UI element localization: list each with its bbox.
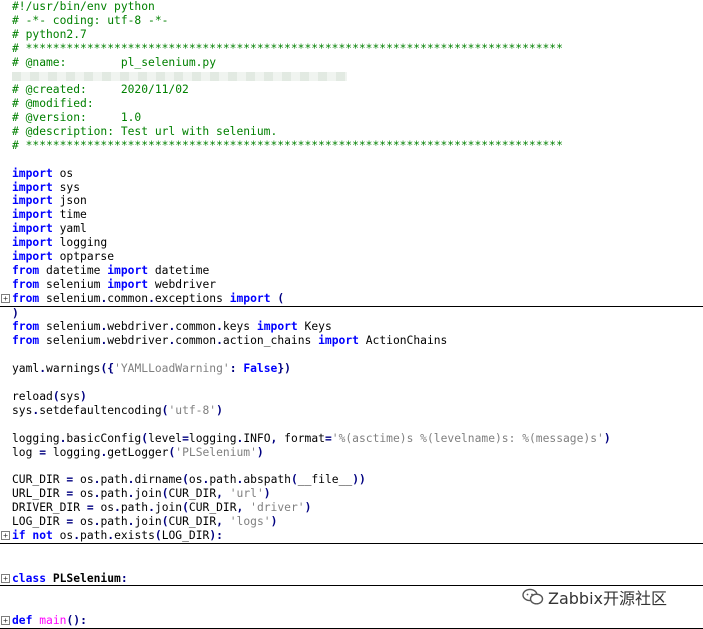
code-text: DRIVER_DIR = os.path.join(CUR_DIR, 'driv… <box>12 501 312 515</box>
code-line: from datetime import datetime <box>0 264 703 278</box>
code-line: + def main(): <box>0 614 703 629</box>
code-line: #!/usr/bin/env python <box>0 0 703 14</box>
code-line: DRIVER_DIR = os.path.join(CUR_DIR, 'driv… <box>0 501 703 515</box>
code-line: # @modified: <box>0 97 703 111</box>
fold-toggle-icon[interactable]: + <box>1 616 10 626</box>
code-text: def main(): <box>12 614 87 628</box>
code-line: # python2.7 <box>0 28 703 42</box>
code-text: # **************************************… <box>12 41 563 55</box>
code-line: CUR_DIR = os.path.dirname(os.path.abspat… <box>0 473 703 487</box>
code-text: log = logging.getLogger('PLSelenium') <box>12 445 264 459</box>
code-line: + from selenium.common.exceptions import … <box>0 292 703 307</box>
code-text: from selenium.webdriver.common.action_ch… <box>12 334 448 348</box>
code-line: LOG_DIR = os.path.join(CUR_DIR, 'logs') <box>0 515 703 529</box>
code-line: logging.basicConfig(level=logging.INFO, … <box>0 432 703 446</box>
code-text: import json <box>12 194 87 208</box>
code-text <box>12 69 347 82</box>
code-line <box>0 69 703 83</box>
code-text: import os <box>12 166 74 180</box>
code-line: import json <box>0 194 703 208</box>
code-line: sys.setdefaultencoding('utf-8') <box>0 404 703 418</box>
code-line: # @version: 1.0 <box>0 111 703 125</box>
code-line: ) <box>0 307 703 321</box>
watermark-text: Zabbix开源社区 <box>548 589 667 608</box>
code-line: from selenium import webdriver <box>0 278 703 292</box>
code-editor[interactable]: #!/usr/bin/env python # -*- coding: utf-8… <box>0 0 703 629</box>
code-text: import sys <box>12 180 81 194</box>
code-text: import logging <box>12 236 108 250</box>
code-text: # **************************************… <box>12 138 563 152</box>
code-text: from datetime import datetime <box>12 263 210 277</box>
code-line: yaml.warnings({'YAMLLoadWarning': False}… <box>0 362 703 376</box>
code-text: from selenium.webdriver.common.keys impo… <box>12 320 332 334</box>
code-line: # **************************************… <box>0 139 703 153</box>
code-text: #!/usr/bin/env python <box>12 0 155 13</box>
code-text: reload(sys) <box>12 389 87 403</box>
code-line: + if not os.path.exists(LOG_DIR): <box>0 529 703 544</box>
code-line: # @description: Test url with selenium. <box>0 125 703 139</box>
code-line: log = logging.getLogger('PLSelenium') <box>0 446 703 460</box>
code-text: # @modified: <box>12 97 94 111</box>
code-text: if not os.path.exists(LOG_DIR): <box>12 528 223 542</box>
code-text: CUR_DIR = os.path.dirname(os.path.abspat… <box>12 473 366 487</box>
code-line: # @created: 2020/11/02 <box>0 83 703 97</box>
code-text: import time <box>12 208 87 222</box>
code-text: class PLSelenium: <box>12 571 128 585</box>
redacted-text <box>12 71 347 81</box>
code-lines: #!/usr/bin/env python # -*- coding: utf-8… <box>0 0 703 629</box>
wechat-icon <box>522 588 544 606</box>
code-line: # **************************************… <box>0 42 703 56</box>
code-line: reload(sys) <box>0 390 703 404</box>
code-text: # @version: 1.0 <box>12 111 142 125</box>
code-text: # @name: pl_selenium.py <box>12 55 217 69</box>
code-text: from selenium import webdriver <box>12 277 217 291</box>
code-text: sys.setdefaultencoding('utf-8') <box>12 403 223 417</box>
code-text: import optparse <box>12 250 115 264</box>
code-text: yaml.warnings({'YAMLLoadWarning': False}… <box>12 362 291 376</box>
code-text: logging.basicConfig(level=logging.INFO, … <box>12 431 611 445</box>
code-line: import time <box>0 208 703 222</box>
code-line: import yaml <box>0 222 703 236</box>
code-line: import logging <box>0 236 703 250</box>
code-text: from selenium.common.exceptions import ( <box>12 291 285 305</box>
fold-toggle-icon[interactable]: + <box>1 530 10 540</box>
fold-toggle-icon[interactable]: + <box>1 573 10 583</box>
code-line: # @name: pl_selenium.py <box>0 56 703 70</box>
watermark: Zabbix开源社区 <box>522 586 667 608</box>
code-line: # -*- coding: utf-8 -*- <box>0 14 703 28</box>
code-line: import os <box>0 167 703 181</box>
fold-toggle-icon[interactable]: + <box>1 293 10 303</box>
code-line: import sys <box>0 181 703 195</box>
code-text: # @description: Test url with selenium. <box>12 125 278 139</box>
code-line: URL_DIR = os.path.join(CUR_DIR, 'url') <box>0 487 703 501</box>
code-line: import optparse <box>0 250 703 264</box>
code-line: from selenium.webdriver.common.keys impo… <box>0 320 703 334</box>
code-text: # python2.7 <box>12 27 87 41</box>
code-text: ) <box>12 306 19 320</box>
code-text: # @created: 2020/11/02 <box>12 83 189 97</box>
code-line: from selenium.webdriver.common.action_ch… <box>0 334 703 348</box>
code-text: URL_DIR = os.path.join(CUR_DIR, 'url') <box>12 487 271 501</box>
code-text: LOG_DIR = os.path.join(CUR_DIR, 'logs') <box>12 514 278 528</box>
code-text: import yaml <box>12 222 87 236</box>
code-text: # -*- coding: utf-8 -*- <box>12 13 169 27</box>
